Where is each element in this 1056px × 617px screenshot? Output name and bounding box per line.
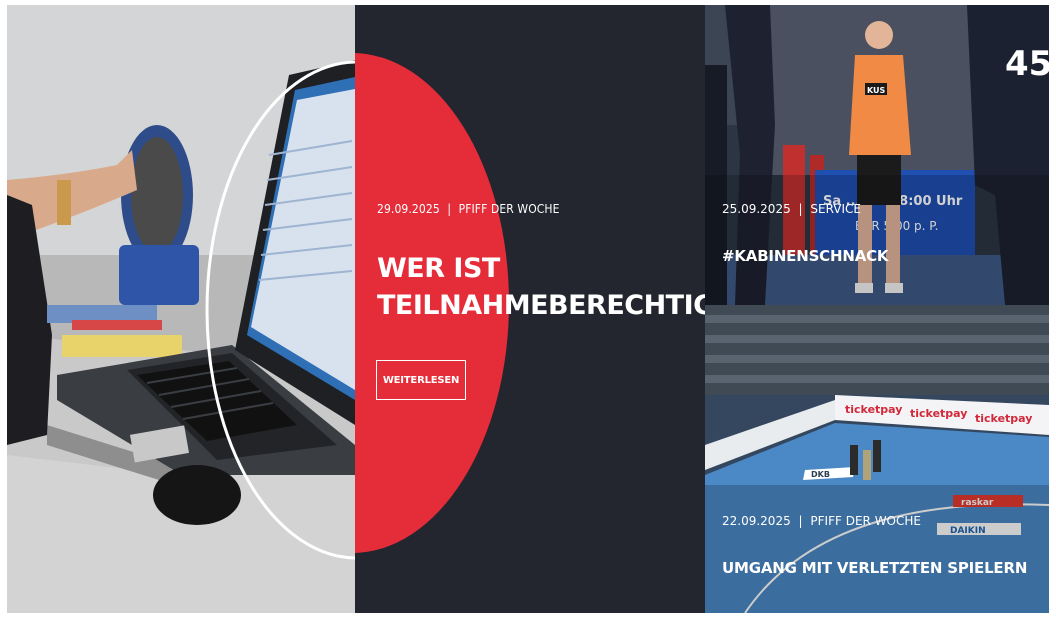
hero-photo <box>7 5 355 613</box>
teaser-slider: 29.09.2025 | PFIFF DER WOCHE WER IST TEI… <box>7 5 1049 613</box>
card-category: PFIFF DER WOCHE <box>810 514 921 528</box>
card-title[interactable]: UMGANG MIT VERLETZTEN SPIELERN <box>722 559 1027 577</box>
meta-separator: | <box>798 202 803 216</box>
hero-title-line-2: TEILNAHMEBERECHTIGT? <box>377 290 705 321</box>
hero-title[interactable]: WER IST TEILNAHMEBERECHTIGT? <box>377 250 705 324</box>
card-title[interactable]: #KABINENSCHNACK <box>722 247 889 265</box>
jersey-number: 45 <box>1005 44 1049 84</box>
hero-date: 29.09.2025 <box>377 202 440 216</box>
referee-badge: KUS <box>867 86 886 95</box>
hero-teaser: 29.09.2025 | PFIFF DER WOCHE WER IST TEI… <box>355 5 705 613</box>
ad-board-3: ticketpay <box>975 412 1032 425</box>
read-more-button[interactable]: WEITERLESEN <box>376 360 466 400</box>
card-date: 25.09.2025 <box>722 202 791 216</box>
hero-title-line-1: WER IST <box>377 253 500 284</box>
ad-board-2: ticketpay <box>910 407 967 420</box>
card-meta: 22.09.2025 | PFIFF DER WOCHE <box>722 514 921 528</box>
teaser-card-kabinenschnack[interactable]: Sa ... G - 18:00 Uhr EUR 5,00 p. P. 45 K… <box>705 5 1049 305</box>
hero-category: PFIFF DER WOCHE <box>458 202 560 216</box>
card-meta: 25.09.2025 | SERVICE <box>722 202 861 216</box>
card-date: 22.09.2025 <box>722 514 791 528</box>
hero-meta: 29.09.2025 | PFIFF DER WOCHE <box>377 202 560 216</box>
meta-separator: | <box>798 514 803 528</box>
floor-logo-1: DKB <box>811 470 830 479</box>
meta-separator: | <box>447 202 452 216</box>
card-category: SERVICE <box>810 202 862 216</box>
laptop-photo-illustration <box>7 5 355 613</box>
teaser-card-verletzte-spieler[interactable]: ticketpay ticketpay ticketpay DKB raskar… <box>705 305 1049 613</box>
ad-board-1: ticketpay <box>845 403 902 416</box>
